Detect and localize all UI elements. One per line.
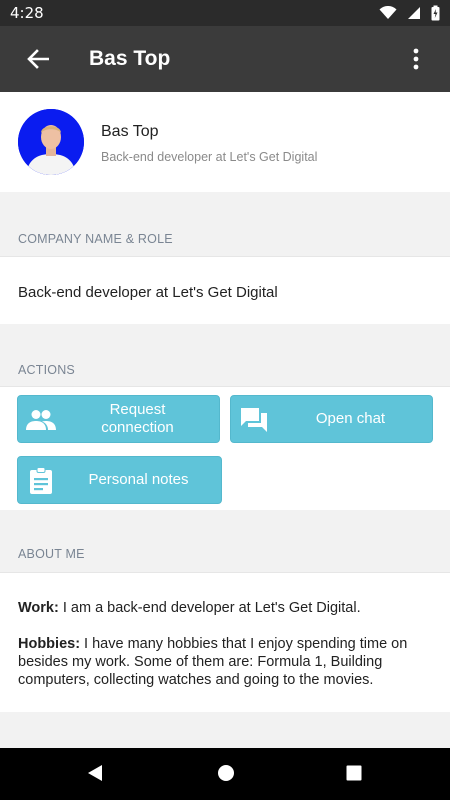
profile-card: Bas Top Back-end developer at Let's Get …	[0, 92, 450, 192]
avatar-image	[18, 109, 84, 175]
work-text: I am a back-end developer at Let's Get D…	[58, 600, 361, 616]
status-time: 4:28	[10, 4, 44, 22]
open-chat-button[interactable]: Open chat	[230, 395, 433, 443]
work-label: Work:	[18, 600, 59, 616]
people-icon	[26, 405, 56, 435]
system-nav-bar	[0, 748, 450, 800]
forum-icon	[239, 405, 269, 435]
request-label-line2: connection	[101, 419, 174, 436]
about-hobbies: Hobbies: I have many hobbies that I enjo…	[18, 635, 428, 689]
about-work: Work: I am a back-end developer at Let's…	[18, 599, 428, 617]
about-card: Work: I am a back-end developer at Let's…	[0, 572, 450, 712]
profile-subtitle: Back-end developer at Let's Get Digital	[101, 150, 318, 164]
status-icons	[379, 5, 440, 21]
profile-name: Bas Top	[101, 123, 159, 140]
clipboard-icon	[26, 466, 56, 496]
arrow-back-icon	[27, 49, 49, 69]
more-vert-icon	[413, 48, 419, 70]
nav-home-icon	[218, 765, 234, 781]
hobbies-label: Hobbies:	[18, 636, 81, 652]
signal-icon	[408, 7, 420, 19]
nav-back-icon	[88, 765, 102, 781]
request-label-line1: Request	[109, 401, 166, 418]
app-bar: Bas Top	[0, 26, 450, 92]
battery-charging-icon	[431, 5, 440, 21]
nav-home-button[interactable]	[216, 763, 236, 788]
request-connection-button[interactable]: Request connection	[17, 395, 220, 443]
company-role: Back-end developer at Let's Get Digital	[18, 284, 278, 301]
wifi-icon	[379, 6, 397, 19]
actions-card: Request connection Open chat Personal no…	[0, 386, 450, 510]
overflow-menu-button[interactable]	[408, 44, 424, 74]
section-header-company: COMPANY NAME & ROLE	[18, 232, 173, 246]
nav-recents-button[interactable]	[345, 763, 363, 788]
page-title: Bas Top	[89, 47, 171, 70]
company-card: Back-end developer at Let's Get Digital	[0, 256, 450, 324]
section-header-actions: ACTIONS	[18, 363, 75, 377]
section-header-about: ABOUT ME	[18, 547, 85, 561]
nav-back-button[interactable]	[86, 763, 104, 788]
status-bar: 4:28	[0, 0, 450, 26]
back-button[interactable]	[20, 44, 56, 74]
nav-recents-icon	[346, 765, 362, 781]
avatar[interactable]	[18, 109, 84, 175]
personal-notes-button[interactable]: Personal notes	[17, 456, 222, 504]
